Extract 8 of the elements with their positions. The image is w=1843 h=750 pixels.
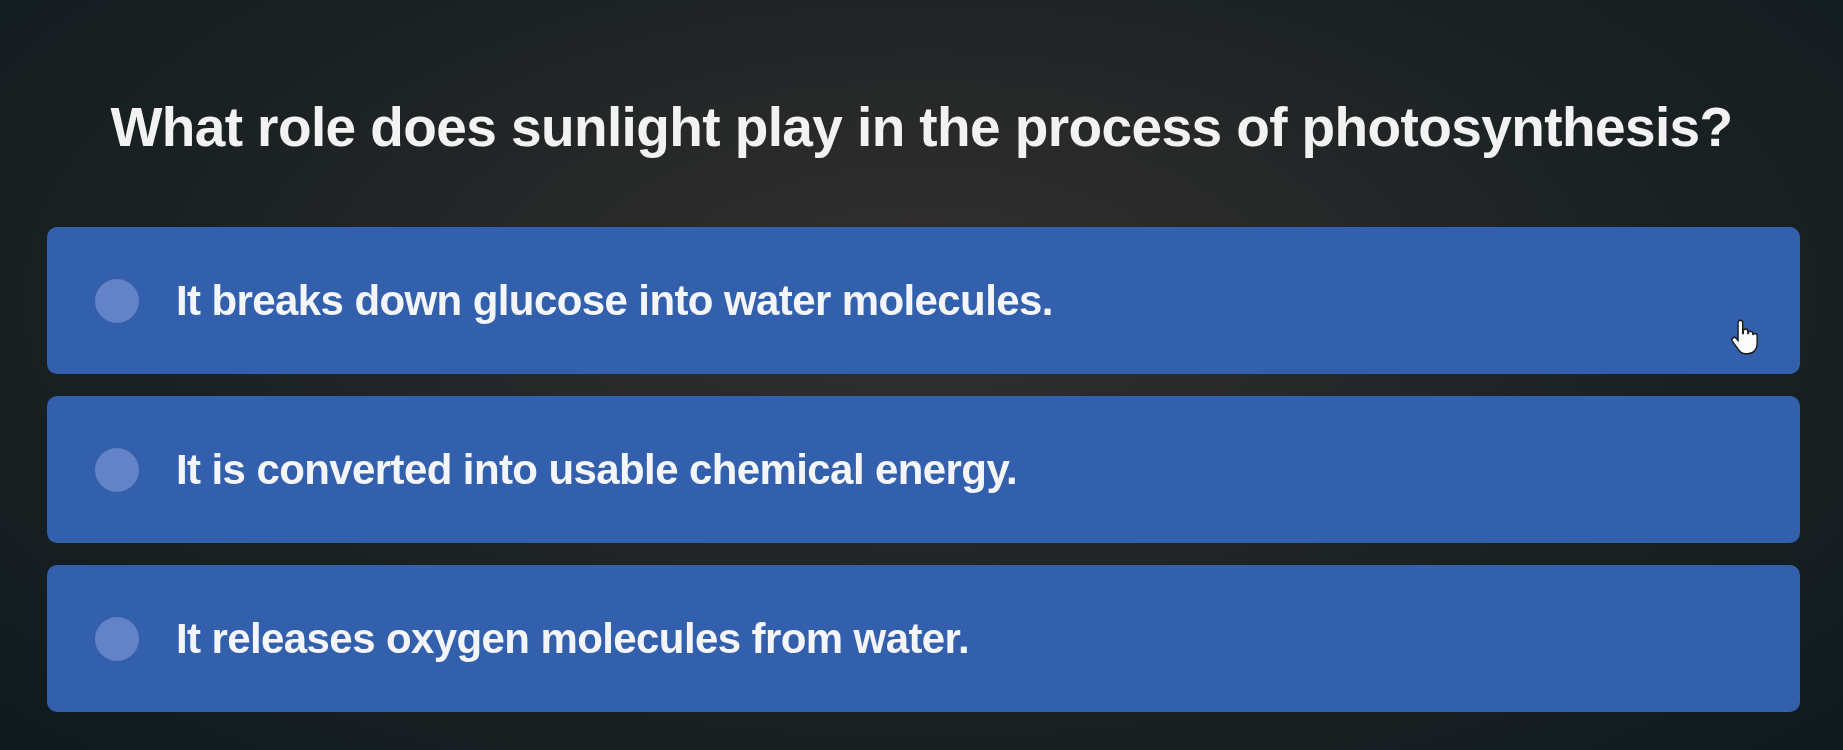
radio-icon[interactable] xyxy=(95,278,139,323)
hand-cursor-icon xyxy=(1730,318,1760,356)
radio-icon[interactable] xyxy=(95,616,139,661)
question-text: What role does sunlight play in the process of photosynthesis? xyxy=(110,95,1733,161)
answer-option[interactable]: It is converted into usable chemical energy. xyxy=(47,396,1800,543)
radio-icon[interactable] xyxy=(95,447,139,492)
answer-option[interactable]: It breaks down glucose into water molecules. xyxy=(47,227,1800,374)
answer-option[interactable]: It releases oxygen molecules from water. xyxy=(47,565,1800,712)
